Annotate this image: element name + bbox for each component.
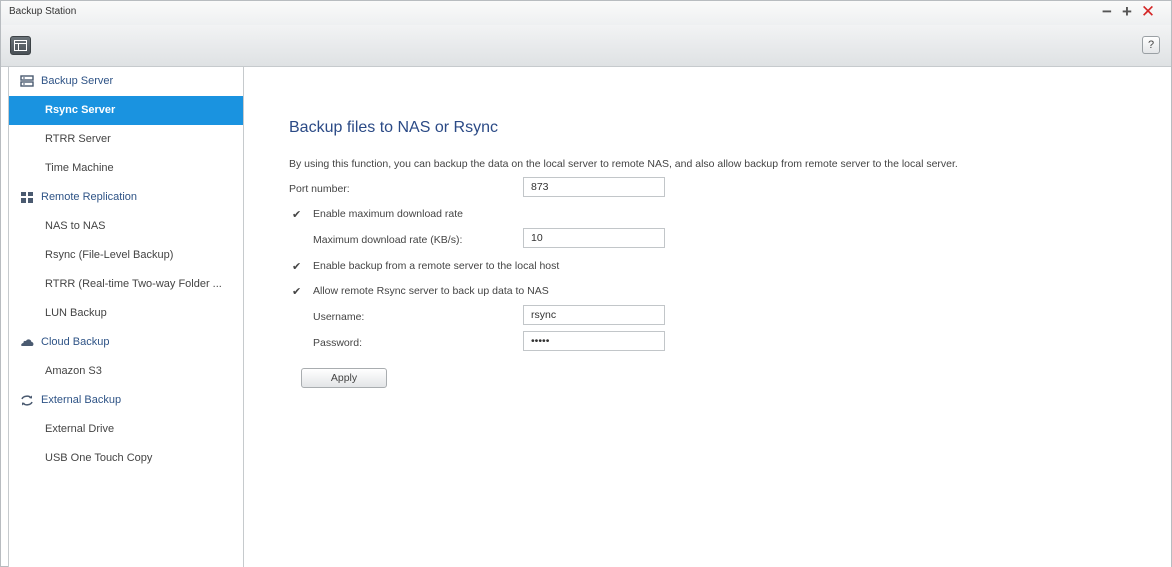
cloud-icon (21, 339, 34, 346)
sidebar: Backup Server Rsync Server RTRR Server T… (8, 67, 244, 567)
sidebar-item-rsync-file-level[interactable]: Rsync (File-Level Backup) (9, 241, 243, 270)
server-icon (20, 75, 34, 87)
sidebar-group-backup-server[interactable]: Backup Server (9, 67, 243, 96)
title-bar: Backup Station − + ✕ (1, 1, 1171, 25)
port-number-label: Port number: (289, 183, 350, 195)
apply-button[interactable]: Apply (301, 368, 387, 388)
sidebar-group-cloud-backup[interactable]: Cloud Backup (9, 328, 243, 357)
allow-rsync-checkbox[interactable]: ✔ (292, 287, 303, 298)
close-button[interactable]: ✕ (1140, 2, 1156, 22)
username-label: Username: (313, 311, 365, 323)
sidebar-item-rtrr-server[interactable]: RTRR Server (9, 125, 243, 154)
sidebar-item-external-drive[interactable]: External Drive (9, 415, 243, 444)
toolbar: ? (1, 25, 1171, 67)
description-text: By using this function, you can backup t… (289, 158, 958, 170)
sidebar-item-nas-to-nas[interactable]: NAS to NAS (9, 212, 243, 241)
main-panel: Backup files to NAS or Rsync By using th… (244, 67, 1171, 567)
max-rate-label: Maximum download rate (KB/s): (313, 234, 463, 246)
replication-icon (21, 192, 33, 203)
password-input[interactable] (523, 331, 665, 351)
sidebar-item-amazon-s3[interactable]: Amazon S3 (9, 357, 243, 386)
sidebar-item-rtrr-realtime[interactable]: RTRR (Real-time Two-way Folder ... (9, 270, 243, 299)
help-button[interactable]: ? (1142, 36, 1160, 54)
maximize-button[interactable]: + (1119, 2, 1135, 22)
sidebar-group-remote-replication[interactable]: Remote Replication (9, 183, 243, 212)
port-number-input[interactable] (523, 177, 665, 197)
allow-rsync-label: Allow remote Rsync server to back up dat… (313, 285, 549, 297)
enable-remote-backup-checkbox[interactable]: ✔ (292, 262, 303, 273)
enable-max-rate-checkbox[interactable]: ✔ (292, 210, 303, 221)
sidebar-group-label: External Backup (41, 394, 122, 406)
sidebar-group-external-backup[interactable]: External Backup (9, 386, 243, 415)
password-label: Password: (313, 337, 363, 349)
app-title: Backup Station (9, 6, 77, 17)
backup-station-window: Backup Station − + ✕ ? Backup Server Rsy… (0, 0, 1172, 567)
sidebar-group-label: Remote Replication (41, 191, 137, 203)
sync-arrows-icon (21, 395, 33, 406)
username-input[interactable] (523, 305, 665, 325)
sidebar-group-label: Cloud Backup (41, 336, 110, 348)
enable-remote-backup-label: Enable backup from a remote server to th… (313, 260, 560, 272)
sidebar-item-usb-one-touch-copy[interactable]: USB One Touch Copy (9, 444, 243, 473)
sidebar-group-label: Backup Server (41, 75, 114, 87)
minimize-button[interactable]: − (1099, 2, 1115, 22)
menu-button[interactable] (10, 36, 31, 55)
sidebar-item-rsync-server[interactable]: Rsync Server (9, 96, 243, 125)
sidebar-item-time-machine[interactable]: Time Machine (9, 154, 243, 183)
max-rate-input[interactable] (523, 228, 665, 248)
grid-menu-icon (14, 40, 27, 51)
page-title: Backup files to NAS or Rsync (289, 119, 498, 136)
sidebar-item-lun-backup[interactable]: LUN Backup (9, 299, 243, 328)
enable-max-rate-label: Enable maximum download rate (313, 208, 463, 220)
